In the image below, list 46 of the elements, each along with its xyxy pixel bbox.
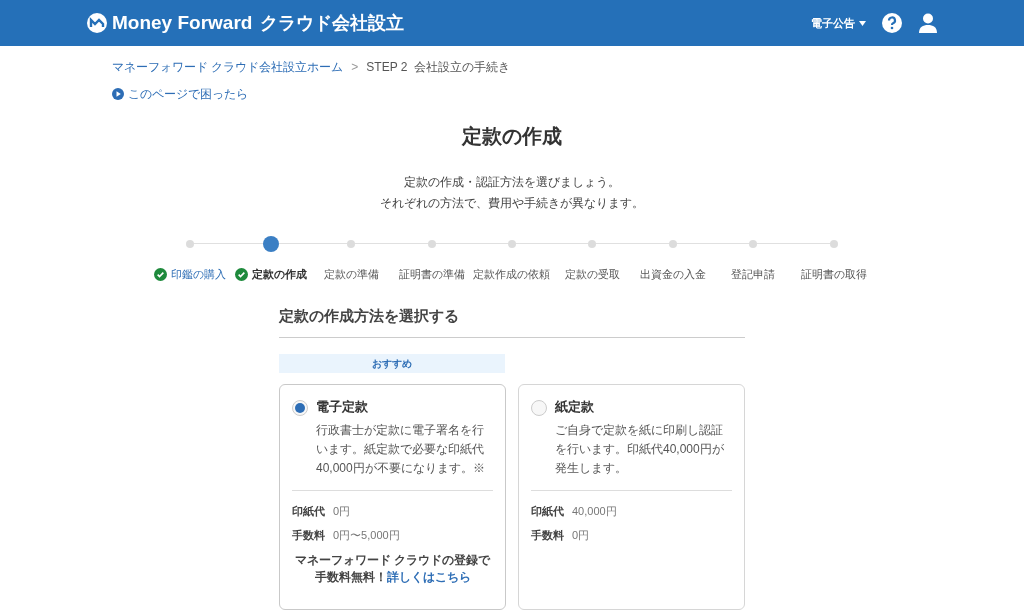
cost-value: 0円 bbox=[333, 503, 351, 519]
option-title: 紙定款 bbox=[555, 398, 595, 416]
option-description: 行政書士が定款に電子署名を行います。紙定款で必要な印紙代40,000円が不要になります。※ bbox=[316, 421, 486, 477]
cost-label: 印紙代 bbox=[292, 503, 325, 519]
page-title: 定款の作成 bbox=[460, 124, 563, 149]
step-label: 定款の受取 bbox=[564, 267, 620, 282]
step-label: 証明書の準備 bbox=[398, 267, 465, 282]
option-card[interactable]: 電子定款 行政書士が定款に電子署名を行います。紙定款で必要な印紙代40,000円が不要になります。※ 印紙代 0円 手数料 0円〜5,000円 マネーフォワード クラウドの登録で 手数料無料！詳しくはこちら bbox=[279, 384, 506, 610]
intro-text: 定款の作成・認証方法を選びましょう。 bbox=[404, 174, 620, 191]
recommend-badge: おすすめ bbox=[279, 354, 505, 373]
step-label: 定款作成の依頼 bbox=[473, 267, 551, 282]
logo-brand: Money Forward bbox=[112, 10, 253, 35]
check-circle-icon bbox=[234, 267, 248, 281]
breadcrumb-current: STEP 2 会社設立の手続き bbox=[366, 59, 511, 76]
cost-value: 40,000円 bbox=[572, 503, 617, 519]
step-label: 登記申請 bbox=[731, 267, 776, 282]
check-circle-icon bbox=[154, 267, 168, 281]
breadcrumb-separator: > bbox=[351, 59, 359, 76]
help-link[interactable]: このページで困ったら bbox=[128, 85, 248, 103]
help-icon[interactable] bbox=[882, 13, 902, 33]
logo-product: クラウド会社設立 bbox=[260, 11, 405, 35]
step-label: 定款の準備 bbox=[323, 267, 379, 282]
breadcrumb-link[interactable]: マネーフォワード クラウド会社設立ホーム bbox=[112, 58, 344, 76]
notice-menu[interactable]: 電子公告 bbox=[811, 14, 866, 32]
cost-value: 0円〜5,000円 bbox=[333, 528, 400, 543]
step-label: 定款の作成 bbox=[251, 267, 307, 282]
option-title: 電子定款 bbox=[316, 398, 369, 416]
step-label: 出資金の入金 bbox=[639, 267, 706, 282]
caret-icon bbox=[859, 20, 866, 26]
radio-button[interactable] bbox=[292, 400, 308, 416]
details-link[interactable]: 詳しくはこちら bbox=[386, 569, 471, 584]
step-label: 証明書の取得 bbox=[800, 267, 867, 282]
step-label[interactable]: 印鑑の購入 bbox=[171, 266, 227, 283]
option-description: ご自身で定款を紙に印刷し認証を行います。印紙代40,000円が発生します。 bbox=[555, 421, 725, 477]
fee-note: マネーフォワード クラウドの登録で 手数料無料！詳しくはこちら bbox=[293, 551, 492, 586]
cost-label: 手数料 bbox=[292, 528, 325, 543]
section-title: 定款の作成方法を選択する bbox=[279, 304, 745, 338]
intro-text: それぞれの方法で、費用や手続きが異なります。 bbox=[380, 195, 644, 212]
play-circle-icon bbox=[112, 88, 124, 100]
radio-button[interactable] bbox=[531, 400, 547, 416]
cost-value: 0円 bbox=[572, 528, 590, 543]
cost-label: 手数料 bbox=[531, 528, 564, 543]
cost-label: 印紙代 bbox=[531, 503, 564, 519]
option-card[interactable]: 紙定款 ご自身で定款を紙に印刷し認証を行います。印紙代40,000円が発生します。 印紙代 40,000円 手数料 0円 bbox=[518, 384, 745, 610]
logo-icon bbox=[86, 12, 108, 34]
user-icon[interactable] bbox=[918, 13, 938, 33]
